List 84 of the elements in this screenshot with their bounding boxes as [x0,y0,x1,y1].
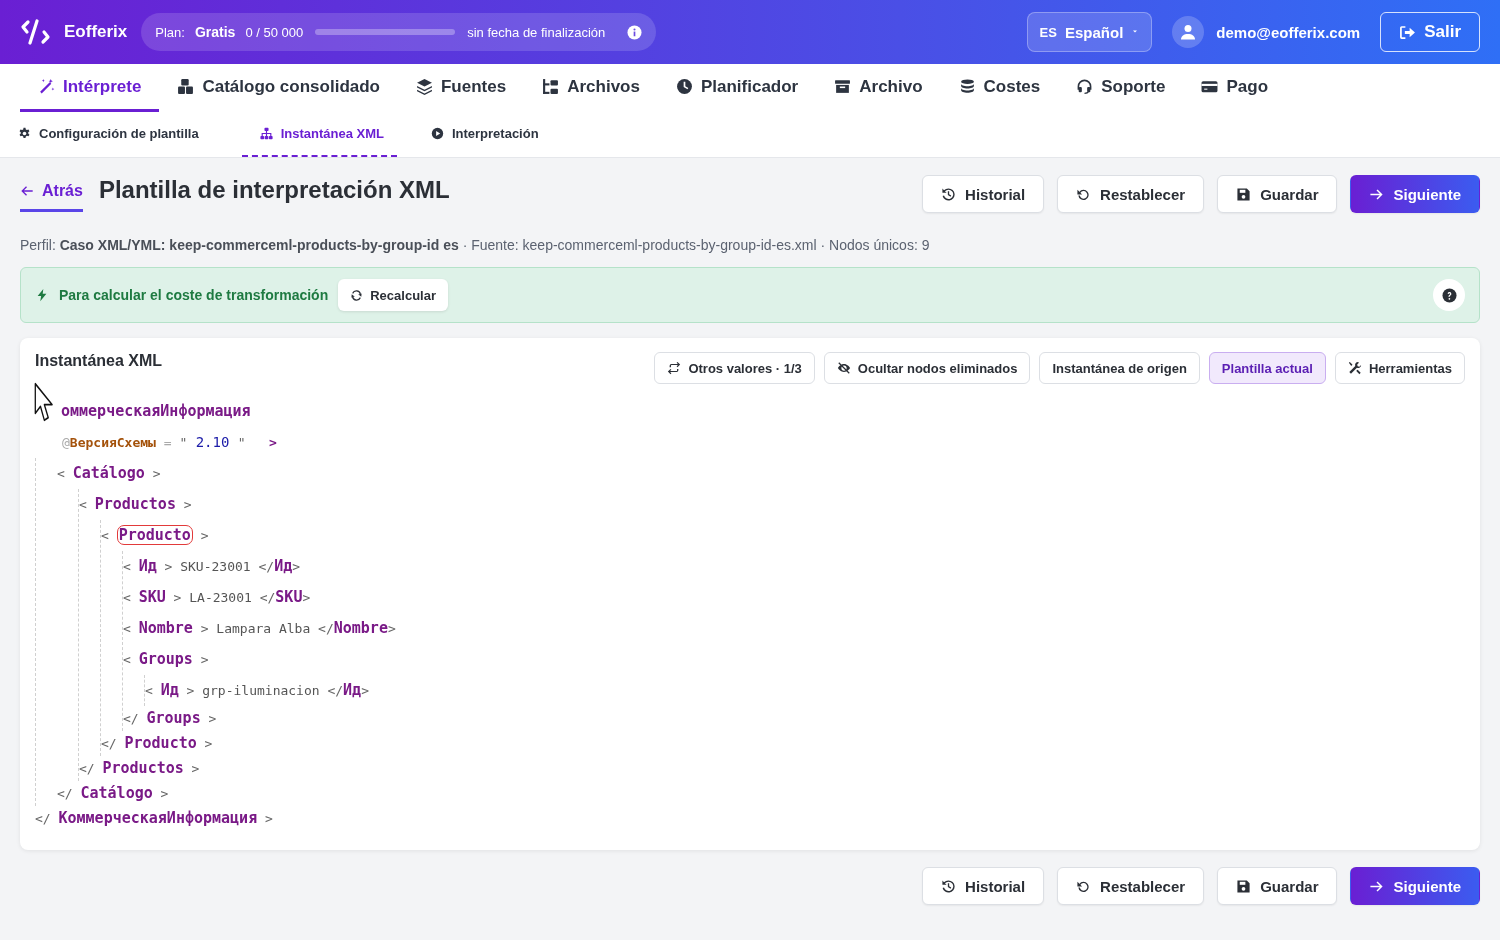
help-icon [1441,287,1457,303]
plan-name: Gratis [194,24,236,40]
code-line: < Ид > SKU-23001 </Ид> [123,556,301,577]
code-line: < Producto > [101,524,209,547]
card-title: Instantánea XML [35,352,163,370]
mouse-cursor-icon [34,382,56,422]
code-line: < Nombre > Lampara Alba </Nombre> [123,618,396,639]
plan-usage: 0 / 50 000 [245,24,304,40]
history-icon [941,186,957,202]
action-button[interactable]: Siguiente [1350,175,1480,213]
code-line: </ Productos > [79,758,200,779]
play-circle-icon [430,127,444,140]
sub-tab[interactable]: Configuración de plantilla [18,112,212,157]
toggle-button[interactable]: Herramientas [1334,352,1465,384]
action-button[interactable]: Guardar [1217,175,1338,213]
lightning-bolt-icon [35,288,49,302]
code-line: < Ид > grp-iluminacion </Ид> [145,680,369,701]
folder-tree-icon [542,78,560,95]
repeat-icon [667,361,682,375]
code-line: оммерческаяИнформация [61,401,251,422]
arrow-left-icon [20,184,34,198]
profile-info: Perfil: Caso XML/YML: keep-commerceml-products-by-group-id es · Fuente: keep-commerceml-products-by-group-id-es.xml · Nodos únicos: 9 [20,237,931,253]
toggle-button[interactable]: Plantilla actual [1208,352,1326,384]
clock-icon [675,78,693,95]
code-line: @ВерсияСхемы = " 2.10 " > [62,433,277,452]
credit-card-icon [1201,78,1219,95]
user-icon [1180,24,1197,40]
action-button[interactable]: Guardar [1217,867,1338,905]
brand-name: Eofferix [64,22,128,42]
code-line: < Catálogo > [57,463,161,484]
logout-button[interactable]: Salir [1380,12,1480,52]
nav-tab[interactable]: Soporte [1058,64,1184,112]
nav-tab[interactable]: Intérprete [20,64,160,112]
sign-out-icon [1399,23,1417,41]
code-line: </ КоммерческаяИнформация > [35,808,273,829]
archive-box-icon [834,78,852,95]
code-line: </ Producto > [101,733,213,754]
toggle-button[interactable]: Ocultar nodos eliminados [823,352,1031,384]
refresh-icon [350,288,364,302]
plan-label: Plan: [155,24,185,40]
logo-icon [20,19,52,45]
nav-tab[interactable]: Planificador [657,64,817,112]
action-button[interactable]: Restablecer [1057,175,1205,213]
coins-icon [958,78,976,95]
boxes-icon [177,78,195,95]
sitemap-icon [259,127,273,140]
layers-icon [416,78,433,95]
sub-tab[interactable]: Interpretación [430,112,552,157]
code-line: < SKU > LA-23001 </SKU> [123,587,311,608]
code-line: </ Groups > [123,708,217,729]
info-icon [627,24,643,40]
sub-tab[interactable]: Instantánea XML [241,112,397,157]
recalculate-button[interactable]: Recalcular [338,279,448,311]
action-button[interactable]: Historial [922,175,1045,213]
save-icon [1236,878,1252,894]
code-line: </ Catálogo > [57,783,169,804]
headset-icon [1076,78,1094,95]
toggle-button[interactable]: Instantánea de origen [1039,352,1200,384]
nav-tab[interactable]: Pago [1183,64,1286,112]
arrow-right-icon [1369,878,1385,894]
nav-tab[interactable]: Archivos [524,64,658,112]
code-line: < Productos > [79,494,192,515]
settings-icon [18,127,31,140]
tools-icon [1347,361,1362,375]
action-button[interactable]: Restablecer [1057,867,1205,905]
nav-tab[interactable]: Archivo [816,64,941,112]
nav-tab[interactable]: Fuentes [398,64,525,112]
action-button[interactable]: Siguiente [1350,867,1480,905]
alert-text: Para calcular el coste de transformación [59,287,329,303]
user-email[interactable]: demo@eofferix.com [1216,23,1361,41]
action-button[interactable]: Historial [922,867,1045,905]
nav-tab[interactable]: Catálogo consolidado [159,64,398,112]
back-link[interactable]: Atrás [20,174,83,212]
plan-expiry: sin fecha de finalización [467,24,606,40]
toggle-button[interactable]: Otros valores · 1/3 [654,352,815,384]
language-selector[interactable]: ES Español [1026,12,1153,52]
page-title: Plantilla de interpretación XML [98,176,450,204]
save-icon [1236,186,1252,202]
history-icon [941,878,957,894]
arrow-right-icon [1369,186,1385,202]
code-line: < Groups > [123,649,209,670]
nav-tab[interactable]: Costes [940,64,1059,112]
eye-slash-icon [836,361,851,375]
magic-wand-icon [38,78,55,95]
